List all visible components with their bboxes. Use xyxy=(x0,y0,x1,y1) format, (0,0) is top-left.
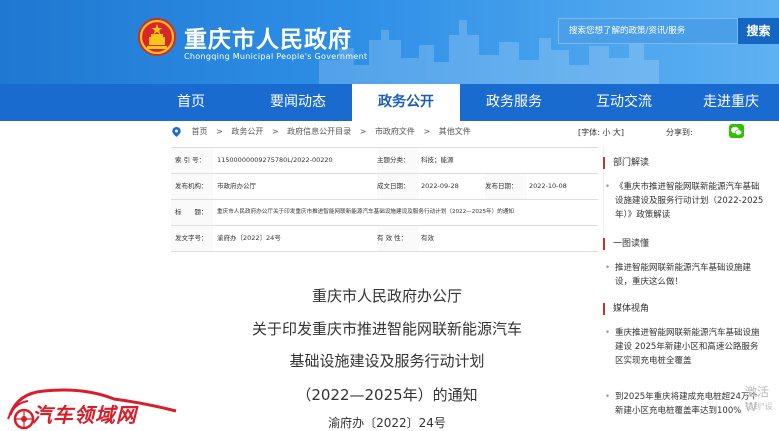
watermark-site-name: 汽车领域网 xyxy=(32,403,137,427)
breadcrumb-separator: > xyxy=(216,127,223,136)
nav-item-interaction[interactable]: 互动交流 xyxy=(584,84,664,121)
info-row: 索 引 号： 11500000009275780L/2022-00220 主题分… xyxy=(171,148,598,174)
info-row: 发布机构： 市政府办公厅 成文日期： 2022-09-28 发布日期： 2022… xyxy=(171,174,598,200)
search-input[interactable]: 搜索您想了解的政策/资讯/服务 xyxy=(558,18,738,44)
category-label: 主题分类： xyxy=(377,148,419,173)
sidebar-section-heading: 部门解读 xyxy=(603,157,773,169)
national-emblem-icon xyxy=(138,18,176,56)
sidebar-link[interactable]: 推进智能网联新能源汽车基础设施建设，重庆这么做！ xyxy=(605,261,765,289)
nav-item-services[interactable]: 政务服务 xyxy=(474,84,554,121)
written-date-value: 2022-09-28 xyxy=(421,182,459,190)
wechat-share-icon[interactable] xyxy=(729,124,744,138)
section-title-media: 媒体视角 xyxy=(603,303,773,315)
article-title-line: 重庆市人民政府办公厅 xyxy=(311,287,462,305)
article-title-line: 基础设施建设及服务行动计划 xyxy=(289,352,485,370)
article-title-line: （2022—2025年）的通知 xyxy=(296,386,478,404)
issuer-value: 市政府办公厅 xyxy=(217,182,256,190)
published-date-label: 发布日期： xyxy=(485,174,527,199)
info-row: 标 题： 重庆市人民政府办公厅关于印发重庆市推进智能网联新能源汽车基础设施建设及… xyxy=(171,200,598,226)
breadcrumb-item[interactable]: 政务公开 xyxy=(231,127,263,136)
windows-activation-watermark-sub: 转到"设 xyxy=(745,402,773,411)
sidebar-link[interactable]: 到2025年重庆将建成充电桩超24万个 新建小区充电桩覆盖率达到100% xyxy=(605,390,765,418)
breadcrumb: 首页 > 政务公开 > 政府信息公开目录 > 市政府文件 > 其他文件 xyxy=(172,126,471,137)
sidebar-section-heading: 媒体视角 xyxy=(603,303,773,315)
breadcrumb-item[interactable]: 政府信息公开目录 xyxy=(287,127,351,136)
nav-item-gov-affairs[interactable]: 政务公开 xyxy=(352,84,460,121)
doc-number-value: 渝府办〔2022〕24号 xyxy=(217,234,281,242)
info-row: 发文字号： 渝府办〔2022〕24号 有 效 性： 有效 xyxy=(171,226,598,252)
validity-label: 有 效 性： xyxy=(377,226,419,251)
breadcrumb-separator: > xyxy=(271,127,279,136)
share-label: 分享到: xyxy=(666,128,693,137)
breadcrumb-item[interactable]: 市政府文件 xyxy=(375,127,415,136)
sidebar-link[interactable]: 重庆推进智能网联新能源汽车基础设施建设 2025年新建小区和高速公路服务区实现充… xyxy=(605,326,765,368)
site-title[interactable]: 重庆市人民政府 xyxy=(184,20,352,54)
article-doc-number: 渝府办〔2022〕24号 xyxy=(328,416,446,430)
font-size-control[interactable]: [字体: 小 大] xyxy=(578,127,624,138)
breadcrumb-item[interactable]: 首页 xyxy=(192,127,208,136)
section-title-infographic: 一图读懂 xyxy=(603,238,773,250)
validity-value: 有效 xyxy=(421,234,434,242)
category-value: 科技；能源 xyxy=(421,156,454,164)
breadcrumb-separator: > xyxy=(423,127,431,136)
doc-number-label: 发文字号： xyxy=(171,226,213,251)
nav-item-home[interactable]: 首页 xyxy=(160,84,222,121)
title-label: 标 题： xyxy=(171,200,213,225)
sidebar-link[interactable]: 《重庆市推进智能网联新能源汽车基础设施建设及服务行动计划（2022-2025年）… xyxy=(605,180,765,222)
breadcrumb-item[interactable]: 其他文件 xyxy=(439,127,471,136)
nav-item-about-chongqing[interactable]: 走进重庆 xyxy=(690,84,772,121)
section-title-interpretation: 部门解读 xyxy=(603,157,773,169)
document-info-table: 索 引 号： 11500000009275780L/2022-00220 主题分… xyxy=(171,147,598,252)
nav-item-news[interactable]: 要闻动态 xyxy=(258,84,338,121)
article-title-line: 关于印发重庆市推进智能网联新能源汽车 xyxy=(251,320,522,338)
site-subtitle: Chongqing Municipal People's Government xyxy=(184,52,368,61)
main-nav: 首页 要闻动态 政务公开 政务服务 互动交流 走进重庆 xyxy=(0,84,779,121)
site-header: 重庆市人民政府 Chongqing Municipal People's Gov… xyxy=(0,0,779,84)
published-date-value: 2022-10-08 xyxy=(529,182,567,190)
location-pin-icon xyxy=(172,126,181,137)
search-button[interactable]: 搜索 xyxy=(738,18,779,44)
sidebar-section-heading: 一图读懂 xyxy=(603,238,773,250)
issuer-label: 发布机构： xyxy=(171,174,213,199)
written-date-label: 成文日期： xyxy=(377,174,419,199)
breadcrumb-separator: > xyxy=(359,127,367,136)
title-value: 重庆市人民政府办公厅关于印发重庆市推进智能网联新能源汽车基础设施建设及服务行动计… xyxy=(217,209,514,215)
index-label: 索 引 号： xyxy=(171,148,213,173)
